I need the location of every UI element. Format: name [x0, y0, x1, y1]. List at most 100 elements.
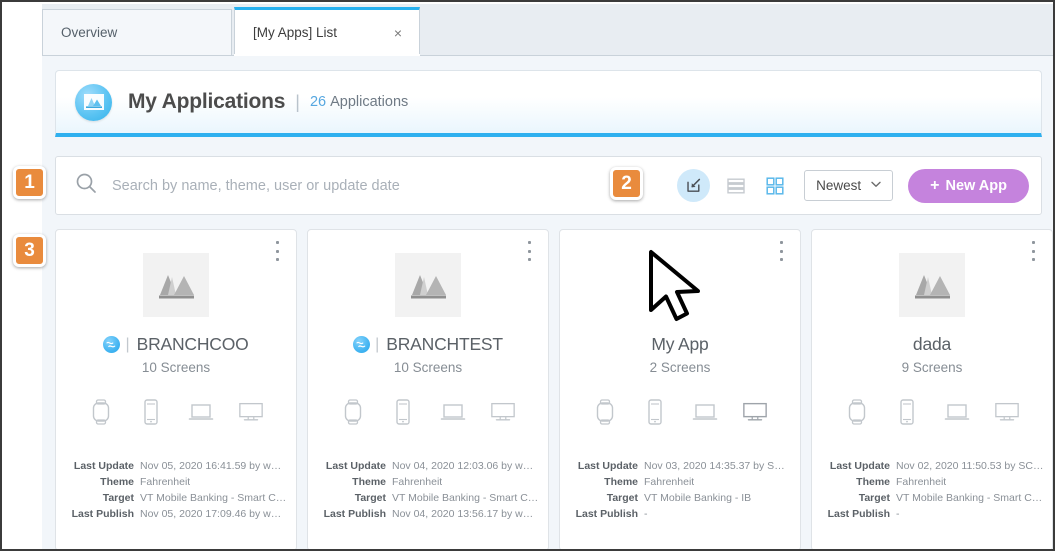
card-title: BRANCHCOO: [136, 334, 249, 354]
close-icon[interactable]: ×: [391, 26, 405, 40]
meta-value: Nov 03, 2020 14:35.37 by SCIN...: [644, 460, 792, 472]
meta-value: -: [644, 508, 648, 520]
tab-overview-label: Overview: [61, 25, 118, 40]
meta-value: Nov 05, 2020 17:09.46 by wma...: [140, 508, 288, 520]
image-placeholder-icon: [395, 253, 461, 317]
meta-value: VT Mobile Banking - Smart Co...: [392, 492, 540, 504]
card-overflow-menu-icon[interactable]: [1026, 239, 1040, 263]
tab-my-apps-list[interactable]: [My Apps] List ×: [234, 7, 420, 55]
watch-icon: [592, 399, 618, 425]
card-metadata: Last Update Nov 02, 2020 11:50.53 by SCI…: [812, 458, 1052, 522]
app-type-badge-icon: [103, 336, 121, 353]
left-gutter: [4, 4, 42, 549]
phone-icon: [894, 399, 920, 425]
card-screen-count: 9 Screens: [901, 360, 963, 375]
meta-label: Target: [858, 492, 890, 504]
laptop-icon: [944, 399, 970, 425]
meta-value: Nov 05, 2020 16:41.59 by wma...: [140, 460, 288, 472]
app-card[interactable]: My App 2 Screens Last Update Nov 03, 202…: [559, 229, 801, 549]
desktop-icon: [742, 399, 768, 425]
watch-icon: [844, 399, 870, 425]
meta-value: Nov 04, 2020 13:56.17 by wma...: [392, 508, 540, 520]
card-overflow-menu-icon[interactable]: [774, 239, 788, 263]
meta-label: Target: [102, 492, 134, 504]
meta-value: Fahrenheit: [896, 476, 947, 488]
application-window: Overview [My Apps] List × My Application…: [42, 4, 1053, 549]
card-screen-count: 10 Screens: [141, 360, 211, 375]
card-thumbnail: [395, 253, 461, 317]
card-device-list: [560, 399, 800, 425]
import-arrow-icon[interactable]: [677, 169, 711, 202]
meta-value: VT Mobile Banking - Smart Co...: [896, 492, 1044, 504]
card-screen-count: 10 Screens: [393, 360, 463, 375]
new-app-button[interactable]: + New App: [908, 168, 1029, 203]
annotation-badge-2: 2: [610, 167, 643, 200]
laptop-icon: [440, 399, 466, 425]
meta-row-theme: Theme Fahrenheit: [64, 474, 288, 490]
app-type-badge-icon: [353, 336, 371, 353]
meta-row-last-update: Last Update Nov 05, 2020 16:41.59 by wma…: [64, 458, 288, 474]
laptop-icon: [188, 399, 214, 425]
meta-value: Fahrenheit: [140, 476, 191, 488]
search-icon: [75, 172, 97, 199]
laptop-icon: [692, 399, 718, 425]
tab-strip: Overview [My Apps] List ×: [42, 4, 1053, 56]
meta-row-last-publish: Last Publish -: [820, 506, 1044, 522]
meta-value: Fahrenheit: [644, 476, 695, 488]
grid-view-icon[interactable]: [762, 173, 788, 199]
tab-underlap: [234, 54, 420, 56]
meta-label: Target: [354, 492, 386, 504]
meta-value: -: [896, 508, 900, 520]
app-card[interactable]: | BRANCHCOO 10 Screens Last Update Nov 0…: [55, 229, 297, 549]
search-input[interactable]: [110, 176, 668, 195]
desktop-icon: [994, 399, 1020, 425]
card-title: My App: [651, 334, 709, 354]
annotation-badge-3: 3: [13, 234, 46, 267]
card-device-list: [812, 399, 1052, 425]
meta-value: VT Mobile Banking - Smart Co...: [140, 492, 288, 504]
new-app-button-label: New App: [945, 177, 1008, 194]
application-card-grid: | BRANCHCOO 10 Screens Last Update Nov 0…: [55, 229, 1053, 549]
app-card[interactable]: | BRANCHTEST 10 Screens Last Update Nov …: [307, 229, 549, 549]
screenshot-frame: Overview [My Apps] List × My Application…: [0, 0, 1055, 551]
list-view-icon[interactable]: [723, 173, 749, 199]
meta-label: Last Update: [577, 460, 638, 472]
meta-label: Last Publish: [323, 508, 386, 520]
chevron-down-icon: [871, 180, 881, 191]
application-count-label: Applications: [330, 94, 409, 110]
meta-row-last-publish: Last Publish Nov 05, 2020 17:09.46 by wm…: [64, 506, 288, 522]
tab-my-apps-list-label: [My Apps] List: [253, 25, 338, 40]
meta-label: Theme: [352, 476, 386, 488]
card-title: BRANCHTEST: [386, 334, 503, 354]
watch-icon: [340, 399, 366, 425]
image-placeholder-icon: [899, 253, 965, 317]
header-separator: |: [295, 91, 300, 112]
meta-row-last-update: Last Update Nov 02, 2020 11:50.53 by SCI…: [820, 458, 1044, 474]
card-screen-count: 2 Screens: [649, 360, 711, 375]
meta-label: Theme: [856, 476, 890, 488]
meta-row-target: Target VT Mobile Banking - Smart Co...: [64, 490, 288, 506]
sort-dropdown[interactable]: Newest: [804, 170, 894, 201]
meta-label: Last Publish: [575, 508, 638, 520]
card-overflow-menu-icon[interactable]: [522, 239, 536, 263]
card-thumbnail: [899, 253, 965, 317]
applications-image-icon: [75, 83, 112, 121]
watch-icon: [88, 399, 114, 425]
desktop-icon: [238, 399, 264, 425]
page-title: My Applications: [128, 90, 286, 113]
page-header: My Applications | 26 Applications: [55, 70, 1042, 137]
card-title-row: | BRANCHCOO: [56, 334, 296, 355]
image-placeholder-icon: [143, 253, 209, 317]
meta-row-theme: Theme Fahrenheit: [568, 474, 792, 490]
meta-value: Nov 04, 2020 12:03.06 by wma...: [392, 460, 540, 472]
phone-icon: [642, 399, 668, 425]
application-count: 26: [309, 94, 327, 110]
card-device-list: [56, 399, 296, 425]
card-overflow-menu-icon[interactable]: [270, 239, 284, 263]
meta-value: Nov 02, 2020 11:50.53 by SCIN...: [896, 460, 1044, 472]
meta-row-theme: Theme Fahrenheit: [820, 474, 1044, 490]
tab-overview[interactable]: Overview: [42, 9, 232, 55]
app-card[interactable]: dada 9 Screens Last Update Nov 02, 2020 …: [811, 229, 1053, 549]
card-title-row: | BRANCHTEST: [308, 334, 548, 355]
meta-label: Last Update: [829, 460, 890, 472]
